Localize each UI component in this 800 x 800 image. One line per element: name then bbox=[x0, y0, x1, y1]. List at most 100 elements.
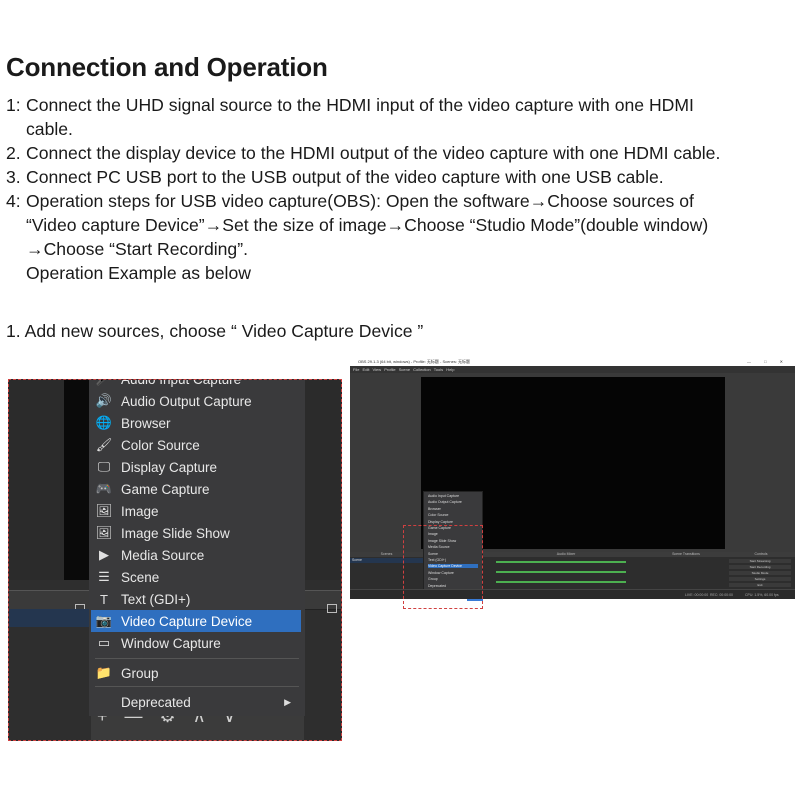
menu-item-label: Image Slide Show bbox=[121, 525, 230, 541]
step-number: 3. bbox=[6, 167, 21, 187]
step-text: →Choose “Start Recording”. bbox=[26, 239, 248, 259]
control-exit-button[interactable]: Exit bbox=[729, 583, 791, 587]
scenes-dock bbox=[9, 580, 91, 740]
control-start-streaming-button[interactable]: Start Streaming bbox=[729, 559, 791, 563]
menu-item-label: Image bbox=[121, 503, 159, 519]
obs-canvas bbox=[350, 373, 795, 552]
menu-item-label: Video Capture Device bbox=[121, 613, 253, 629]
menu-separator bbox=[95, 686, 299, 687]
undock-icon[interactable] bbox=[327, 604, 337, 613]
dock-header-scene-transitions: Scene Transitions bbox=[645, 552, 728, 557]
obs-menubar[interactable]: File Edit View Profile Scene Collection … bbox=[350, 366, 795, 373]
menu-item-label: Browser bbox=[121, 415, 171, 431]
menu-item-label: Window Capture bbox=[121, 635, 221, 651]
image-icon: 🖼 bbox=[95, 503, 113, 518]
menu-separator bbox=[95, 658, 299, 659]
mini-menu-item[interactable]: Game Capture bbox=[428, 526, 451, 530]
cpu-fps: CPU: 1.5%, 60.00 fps bbox=[745, 593, 779, 597]
mini-menu-item[interactable]: Color Source bbox=[428, 513, 448, 517]
menu-item-video-capture-device[interactable]: 📷 Video Capture Device bbox=[91, 610, 301, 632]
camera-icon: 📷 bbox=[95, 613, 113, 628]
obs-statusbar: LIVE: 00:00:00 REC: 00:00:00 CPU: 1.5%, … bbox=[350, 589, 795, 599]
window-icon: ▭ bbox=[97, 635, 111, 650]
menu-item-deprecated[interactable]: Deprecated ▶ bbox=[91, 691, 301, 713]
globe-icon: 🌐 bbox=[95, 415, 113, 430]
step-text: cable. bbox=[26, 119, 73, 139]
menu-item-label: Media Source bbox=[121, 547, 205, 563]
control-settings-button[interactable]: Settings bbox=[729, 577, 791, 581]
dock-header-controls: Controls bbox=[727, 552, 795, 557]
mini-menu-item[interactable]: Group bbox=[428, 577, 438, 581]
mini-menu-item[interactable]: Browser bbox=[428, 507, 441, 511]
menu-item-label: Audio Output Capture bbox=[121, 393, 252, 409]
menu-item-label: Scene bbox=[121, 569, 160, 585]
menu-item-window-capture[interactable]: ▭ Window Capture bbox=[91, 632, 301, 654]
menu-item-label: Display Capture bbox=[121, 459, 218, 475]
step-number: 2. bbox=[6, 143, 21, 163]
mini-menu-item[interactable]: Video Capture Device bbox=[428, 564, 478, 569]
mini-menu-item[interactable]: Display Capture bbox=[428, 520, 453, 524]
menu-item-text-gdi[interactable]: T Text (GDI+) bbox=[91, 588, 301, 610]
window-title: OBS 29.1.3 (64 bit, windows) - Profile: … bbox=[358, 359, 471, 364]
mini-menu-item[interactable]: Image Slide Show bbox=[428, 539, 456, 543]
mini-menu-item[interactable]: Audio Output Capture bbox=[428, 500, 462, 504]
step-3: 3. Connect PC USB port to the USB output… bbox=[6, 165, 800, 189]
zoomed-obs-crop: + — ⚙ ∧ ∨ 🎤Audio Input Capture🔊Audio Out… bbox=[8, 379, 342, 741]
menu-item-audio-output-capture[interactable]: 🔊 Audio Output Capture bbox=[91, 390, 301, 412]
menu-item-label: Color Source bbox=[121, 437, 200, 453]
menu-item-group[interactable]: 📁 Group bbox=[91, 662, 301, 684]
step-number: 1: bbox=[6, 95, 21, 115]
step-text: “Video capture Device”→Set the size of i… bbox=[26, 215, 709, 235]
step-1: 1: Connect the UHD signal source to the … bbox=[6, 93, 800, 141]
menu-item-browser[interactable]: 🌐 Browser bbox=[91, 412, 301, 434]
control-start-recording-button[interactable]: Start Recording bbox=[729, 565, 791, 569]
obs-titlebar: OBS 29.1.3 (64 bit, windows) - Profile: … bbox=[350, 357, 795, 366]
menu-item-label: Group bbox=[121, 665, 159, 681]
step-text: Connect PC USB port to the USB output of… bbox=[26, 167, 664, 187]
menu-item-label: Text (GDI+) bbox=[121, 591, 191, 607]
menu-item-image-slide-show[interactable]: 🖼 Image Slide Show bbox=[91, 522, 301, 544]
menu-item-label: Audio Input Capture bbox=[121, 379, 242, 387]
scene-row[interactable] bbox=[9, 609, 91, 627]
step-text: Operation Example as below bbox=[26, 263, 251, 283]
menu-item-color-source[interactable]: 🖌 Color Source bbox=[91, 434, 301, 456]
microphone-icon: 🎤 bbox=[95, 380, 113, 387]
menu-item-display-capture[interactable]: 🖵 Display Capture bbox=[91, 456, 301, 478]
step-text: Connect the display device to the HDMI o… bbox=[26, 143, 721, 163]
play-icon: ▶ bbox=[99, 547, 109, 562]
mini-menu-item[interactable]: Scene bbox=[428, 552, 438, 556]
mini-menu-item[interactable]: Media Source bbox=[428, 545, 450, 549]
submenu-arrow-icon: ▶ bbox=[284, 696, 291, 707]
mini-menu-item[interactable]: Text (GDI+) bbox=[428, 558, 446, 562]
audio-meter bbox=[496, 561, 626, 563]
dock-header-audio-mixer: Audio Mixer bbox=[487, 552, 646, 557]
selection-marker bbox=[467, 599, 483, 601]
audio-meter bbox=[496, 581, 626, 583]
gamepad-icon: 🎮 bbox=[95, 481, 113, 496]
slideshow-icon: 🖼 bbox=[95, 525, 113, 540]
mini-menu-item[interactable]: Image bbox=[428, 532, 438, 536]
mini-menu-item[interactable]: Audio Input Capture bbox=[428, 494, 459, 498]
control-studio-mode-button[interactable]: Studio Mode bbox=[729, 571, 791, 575]
mixer-dock bbox=[304, 580, 341, 740]
connection-steps: 1: Connect the UHD signal source to the … bbox=[6, 93, 800, 285]
step-text: Connect the UHD signal source to the HDM… bbox=[26, 95, 694, 115]
menu-item-audio-input-capture[interactable]: 🎤 Audio Input Capture bbox=[91, 379, 301, 390]
scene-row[interactable]: Scene bbox=[350, 558, 423, 563]
folder-icon: 📁 bbox=[95, 665, 113, 680]
menu-item-scene[interactable]: ☰ Scene bbox=[91, 566, 301, 588]
menu-item-label: Game Capture bbox=[121, 481, 210, 497]
mini-menu-item[interactable]: Window Capture bbox=[428, 571, 454, 575]
window-controls[interactable]: — □ ✕ bbox=[747, 357, 789, 366]
audio-meter bbox=[496, 571, 626, 573]
rec-time: REC: 00:00:00 bbox=[710, 593, 733, 597]
monitor-icon: 🖵 bbox=[97, 459, 111, 474]
text-icon: T bbox=[100, 591, 108, 607]
live-time: LIVE: 00:00:00 bbox=[685, 593, 709, 597]
step-4: 4: Operation steps for USB video capture… bbox=[6, 189, 800, 285]
menu-item-image[interactable]: 🖼 Image bbox=[91, 500, 301, 522]
mini-menu-item[interactable]: Deprecated bbox=[428, 584, 446, 588]
obs-docks: ScenesSourcesAudio MixerScene Transition… bbox=[350, 552, 795, 589]
menu-item-game-capture[interactable]: 🎮 Game Capture bbox=[91, 478, 301, 500]
menu-item-media-source[interactable]: ▶ Media Source bbox=[91, 544, 301, 566]
